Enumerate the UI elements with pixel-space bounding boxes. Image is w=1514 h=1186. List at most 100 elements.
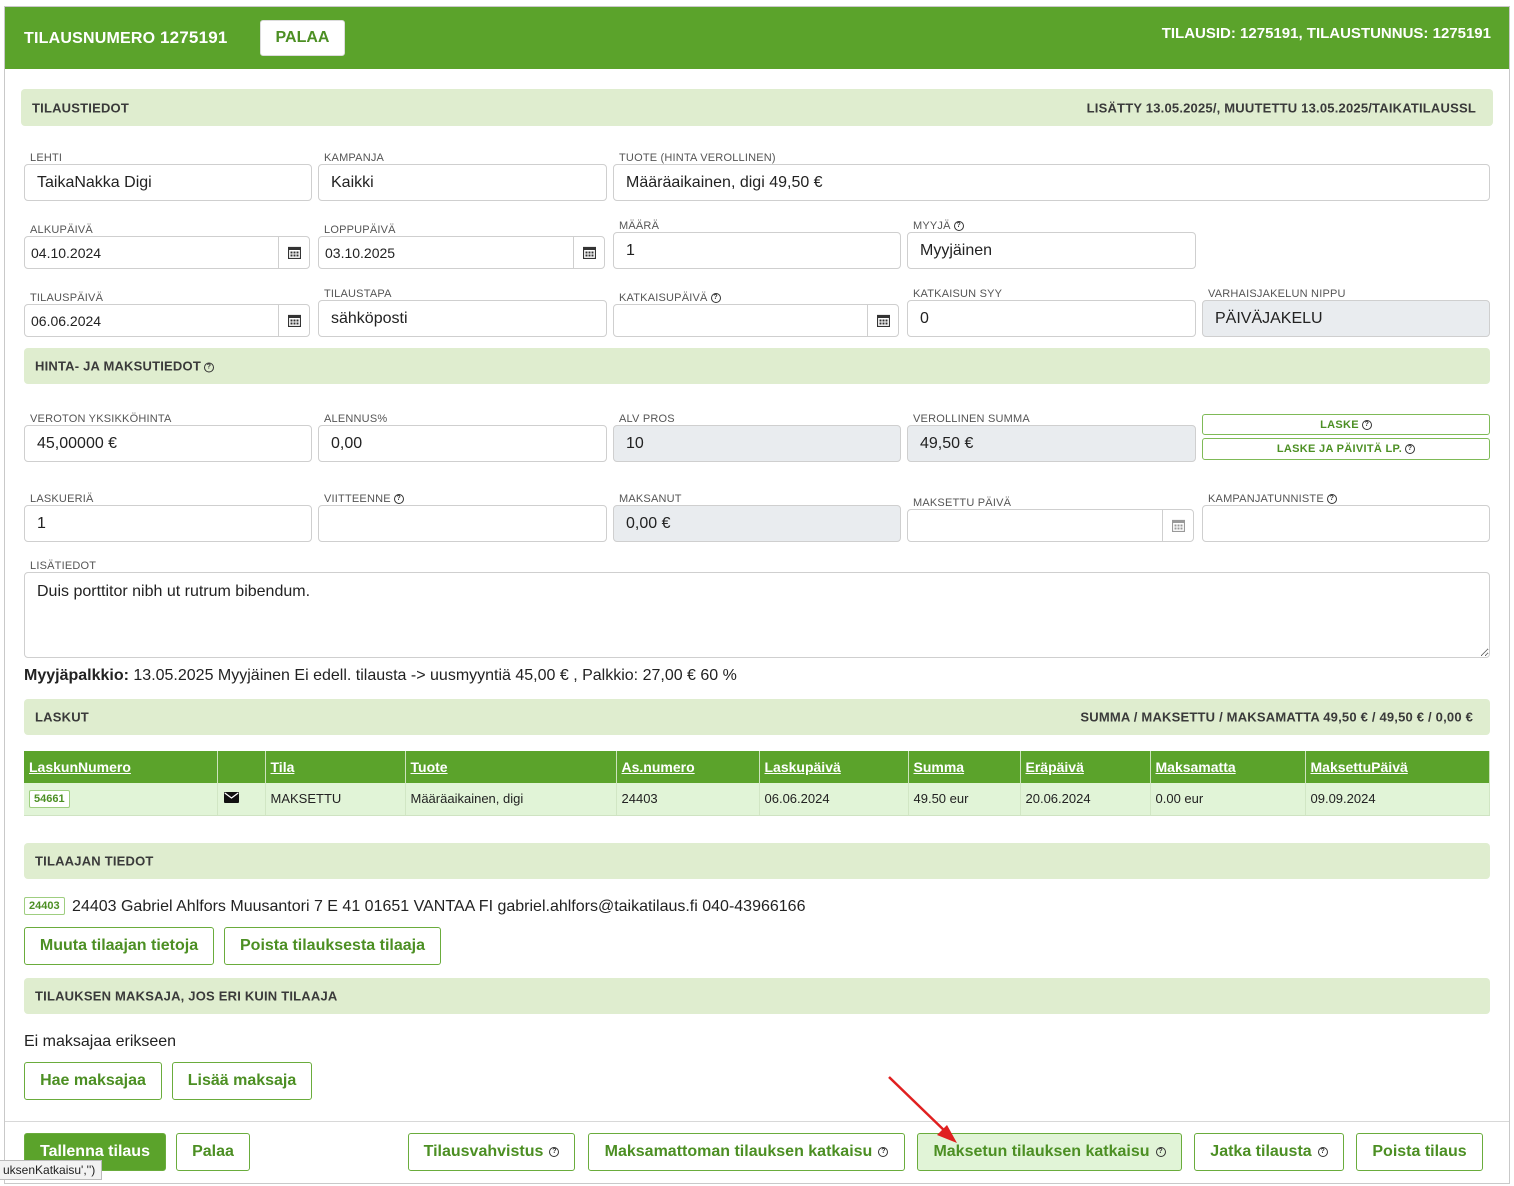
customer-text: 24403 Gabriel Ahlfors Muusantori 7 E 41 …: [72, 898, 806, 915]
tilauspaiva-value[interactable]: 06.06.2024: [24, 304, 310, 337]
kampanjatunniste-value[interactable]: [1202, 505, 1490, 542]
tilaustapa-field[interactable]: TILAUSTAPA sähköposti: [318, 288, 607, 337]
payer-title: TILAUKSEN MAKSAJA, JOS ERI KUIN TILAAJA: [35, 988, 338, 1004]
alkupaiva-value[interactable]: 04.10.2024: [24, 236, 310, 269]
customer-section: TILAAJAN TIEDOT: [24, 843, 1490, 879]
verollinen-value: 49,50 €: [907, 425, 1196, 462]
col-erapaiva[interactable]: Eräpäivä: [1020, 751, 1151, 783]
invoices-summary: SUMMA / MAKSETTU / MAKSAMATTA 49,50 € / …: [1080, 709, 1473, 725]
alennus-field[interactable]: ALENNUS% 0,00: [318, 413, 607, 462]
col-asnumero[interactable]: As.numero: [616, 751, 760, 783]
customer-number-chip[interactable]: 24403: [24, 897, 65, 915]
varhaisjakelun-nippu-label: VARHAISJAKELUN NIPPU: [1208, 288, 1346, 300]
col-tuote[interactable]: Tuote: [405, 751, 617, 783]
header-back-button[interactable]: PALAA: [260, 20, 345, 56]
delete-order-button[interactable]: Poista tilaus: [1356, 1133, 1483, 1171]
col-maksettupaiva[interactable]: MaksettuPäivä: [1305, 751, 1490, 783]
alkupaiva-field[interactable]: ALKUPÄIVÄ 04.10.2024: [24, 224, 310, 269]
alennus-value[interactable]: 0,00: [318, 425, 607, 462]
laskueria-label: LASKUERIÄ: [30, 493, 94, 505]
tilauspaiva-field[interactable]: TILAUSPÄIVÄ 06.06.2024: [24, 292, 310, 337]
loppupaiva-value[interactable]: 03.10.2025: [318, 236, 605, 269]
calendar-icon[interactable]: [278, 236, 310, 269]
footer-divider: [5, 1121, 1509, 1122]
back-button[interactable]: Palaa: [176, 1133, 250, 1171]
cancel-unpaid-button[interactable]: Maksamattoman tilauksen katkaisu?: [588, 1133, 905, 1171]
myyja-field[interactable]: MYYJÄ? Myyjäinen: [907, 220, 1196, 269]
help-icon[interactable]: ?: [878, 1147, 889, 1157]
order-confirmation-button[interactable]: Tilausvahvistus?: [408, 1133, 575, 1171]
help-icon[interactable]: ?: [393, 494, 404, 505]
lehti-field[interactable]: LEHTI TaikaNakka Digi: [24, 152, 312, 201]
veroton-value[interactable]: 45,00000 €: [24, 425, 312, 462]
myyja-value[interactable]: Myyjäinen: [907, 232, 1196, 269]
maara-label: MÄÄRÄ: [619, 220, 660, 232]
help-icon[interactable]: ?: [549, 1147, 560, 1157]
invoices-section: LASKUT SUMMA / MAKSETTU / MAKSAMATTA 49,…: [24, 699, 1490, 735]
edit-customer-button[interactable]: Muuta tilaajan tietoja: [24, 927, 214, 965]
calendar-icon[interactable]: [1162, 509, 1194, 542]
help-icon[interactable]: ?: [1405, 444, 1416, 454]
veroton-field[interactable]: VEROTON YKSIKKÖHINTA 45,00000 €: [24, 413, 312, 462]
loppupaiva-field[interactable]: LOPPUPÄIVÄ 03.10.2025: [318, 224, 605, 269]
maara-value[interactable]: 1: [613, 232, 901, 269]
katkaisun-syy-value[interactable]: 0: [907, 300, 1196, 337]
kampanjatunniste-field[interactable]: KAMPANJATUNNISTE?: [1202, 493, 1490, 542]
col-summa[interactable]: Summa: [908, 751, 1021, 783]
col-laskunnumero[interactable]: LaskunNumero: [24, 751, 218, 783]
invoice-number-chip[interactable]: 54661: [29, 789, 70, 808]
katkaisun-syy-label: KATKAISUN SYY: [913, 288, 1003, 300]
maksettu-paiva-value[interactable]: [907, 509, 1194, 542]
order-info-meta: LISÄTTY 13.05.2025/, MUUTETTU 13.05.2025…: [1086, 100, 1476, 115]
lehti-value[interactable]: TaikaNakka Digi: [24, 164, 312, 201]
tilaustapa-value[interactable]: sähköposti: [318, 300, 607, 337]
laske-paivita-button[interactable]: LASKE JA PÄIVITÄ LP.?: [1202, 438, 1490, 460]
remove-customer-button[interactable]: Poista tilauksesta tilaaja: [224, 927, 441, 965]
col-maksamatta[interactable]: Maksamatta: [1150, 751, 1306, 783]
tuote-value[interactable]: Määräaikainen, digi 49,50 €: [613, 164, 1490, 201]
laskueria-field[interactable]: LASKUERIÄ 1: [24, 493, 312, 542]
cancel-unpaid-label: Maksamattoman tilauksen katkaisu: [604, 1143, 873, 1160]
help-icon[interactable]: ?: [1361, 419, 1372, 430]
invoice-number-cell: 54661: [24, 783, 218, 816]
katkaisupaiva-value[interactable]: [613, 304, 899, 337]
help-icon[interactable]: ?: [1155, 1147, 1166, 1157]
help-icon[interactable]: ?: [203, 362, 214, 373]
invoice-sum-cell: 49.50 eur: [908, 783, 1021, 816]
veroton-label: VEROTON YKSIKKÖHINTA: [30, 413, 172, 425]
add-payer-button[interactable]: Lisää maksaja: [172, 1062, 312, 1100]
viitteenne-field[interactable]: VIITTEENNE?: [318, 493, 607, 542]
kampanjatunniste-label-text: KAMPANJATUNNISTE: [1208, 493, 1324, 505]
tuote-label: TUOTE (HINTA VEROLLINEN): [619, 152, 776, 164]
order-form: TILAUSNUMERO 1275191 PALAA TILAUSID: 127…: [4, 6, 1510, 1184]
alv-value: 10: [613, 425, 901, 462]
maksettu-paiva-field[interactable]: MAKSETTU PÄIVÄ: [907, 497, 1194, 542]
calendar-icon[interactable]: [867, 304, 899, 337]
help-icon[interactable]: ?: [1326, 494, 1337, 505]
kampanja-value[interactable]: Kaikki: [318, 164, 607, 201]
help-icon[interactable]: ?: [1317, 1147, 1328, 1157]
help-icon[interactable]: ?: [710, 293, 721, 304]
order-info-section: TILAUSTIEDOT LISÄTTY 13.05.2025/, MUUTET…: [21, 89, 1493, 126]
invoice-paid-date-cell: 09.09.2024: [1305, 783, 1490, 816]
col-laskupaiva[interactable]: Laskupäivä: [759, 751, 909, 783]
lisatiedot-textarea[interactable]: [24, 572, 1490, 658]
katkaisupaiva-field[interactable]: KATKAISUPÄIVÄ?: [613, 292, 899, 337]
envelope-icon[interactable]: [223, 791, 239, 806]
tuote-field[interactable]: TUOTE (HINTA VEROLLINEN) Määräaikainen, …: [613, 152, 1490, 201]
help-icon[interactable]: ?: [953, 221, 964, 232]
kampanja-field[interactable]: KAMPANJA Kaikki: [318, 152, 607, 201]
continue-order-button[interactable]: Jatka tilausta?: [1194, 1133, 1344, 1171]
calendar-icon[interactable]: [278, 304, 310, 337]
calendar-icon[interactable]: [573, 236, 605, 269]
continue-order-label: Jatka tilausta: [1210, 1143, 1312, 1160]
kampanjatunniste-label: KAMPANJATUNNISTE?: [1208, 493, 1337, 505]
viitteenne-value[interactable]: [318, 505, 607, 542]
katkaisun-syy-field[interactable]: KATKAISUN SYY 0: [907, 288, 1196, 337]
col-tila[interactable]: Tila: [265, 751, 406, 783]
laskueria-value[interactable]: 1: [24, 505, 312, 542]
alv-label: ALV PROS: [619, 413, 675, 425]
laske-button[interactable]: LASKE?: [1202, 414, 1490, 435]
maara-field[interactable]: MÄÄRÄ 1: [613, 220, 901, 269]
fetch-payer-button[interactable]: Hae maksajaa: [24, 1062, 162, 1100]
